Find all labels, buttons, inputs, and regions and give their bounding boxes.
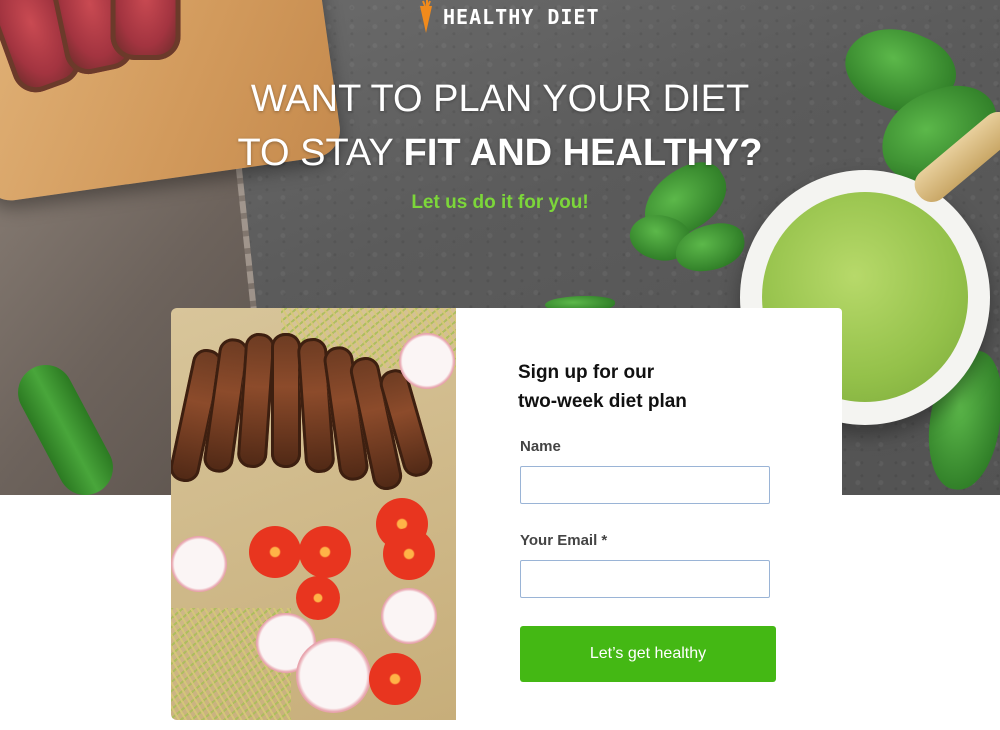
cherry-tomato <box>296 576 340 620</box>
headline-line-2: TO STAY FIT AND HEALTHY? <box>0 126 1000 180</box>
name-label: Name <box>520 438 561 455</box>
brand-name: HEALTHY DIET <box>443 5 600 29</box>
cherry-tomato <box>249 526 301 578</box>
headline-prefix: TO STAY <box>237 132 404 174</box>
email-field[interactable] <box>520 560 770 598</box>
radish-slice <box>381 588 437 644</box>
radish-slice <box>296 638 371 713</box>
headline-line-1: WANT TO PLAN YOUR DIET <box>250 78 750 120</box>
email-label: Your Email * <box>520 532 608 549</box>
signup-title: Sign up for our two-week diet plan <box>518 358 778 416</box>
name-field[interactable] <box>520 466 770 504</box>
lets-get-healthy-button[interactable]: Let’s get healthy <box>520 626 776 682</box>
radish-slice <box>399 333 455 389</box>
carrot-icon <box>420 0 432 33</box>
roast-beef-slice <box>110 0 181 60</box>
cherry-tomato <box>369 653 421 705</box>
radish-slice <box>171 536 227 592</box>
signup-title-line-2: two-week diet plan <box>518 391 687 412</box>
headline-emphasis: FIT AND HEALTHY? <box>403 132 763 174</box>
cherry-tomato <box>299 526 351 578</box>
hero-tagline: Let us do it for you! <box>411 192 589 213</box>
steak-salad-image <box>171 308 456 720</box>
hero-headline: WANT TO PLAN YOUR DIET TO STAY FIT AND H… <box>0 72 1000 180</box>
brand-logo[interactable]: HEALTHY DIET <box>417 0 600 34</box>
cherry-tomato <box>383 528 435 580</box>
signup-form-card: Sign up for our two-week diet plan Name … <box>456 308 842 720</box>
signup-title-line-1: Sign up for our <box>518 362 655 383</box>
